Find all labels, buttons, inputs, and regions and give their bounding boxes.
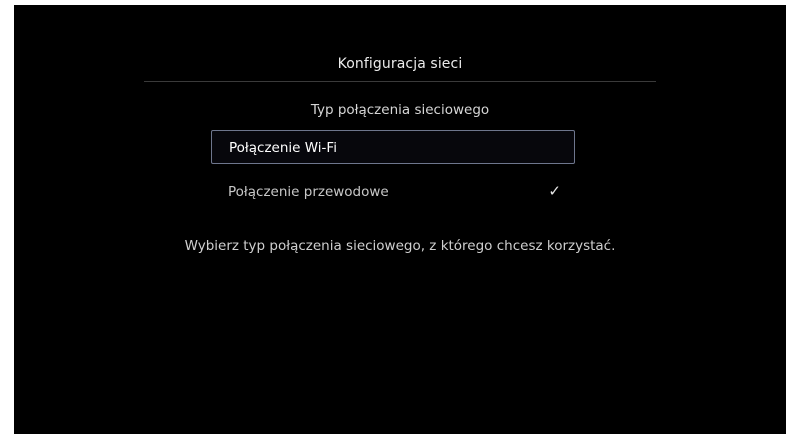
checkmark-icon: ✓	[548, 182, 561, 200]
tv-screen: Konfiguracja sieci Typ połączenia siecio…	[14, 5, 786, 434]
title-divider	[144, 81, 656, 82]
option-wifi-connection[interactable]: Połączenie Wi-Fi	[211, 130, 575, 164]
page-title: Konfiguracja sieci	[337, 56, 463, 72]
section-subtitle: Typ połączenia sieciowego	[310, 102, 490, 118]
help-text: Wybierz typ połączenia sieciowego, z któ…	[184, 238, 616, 254]
option-label: Połączenie przewodowe	[228, 184, 389, 200]
option-label: Połączenie Wi-Fi	[229, 140, 337, 156]
option-wired-connection[interactable]: Połączenie przewodowe ✓	[211, 175, 575, 209]
